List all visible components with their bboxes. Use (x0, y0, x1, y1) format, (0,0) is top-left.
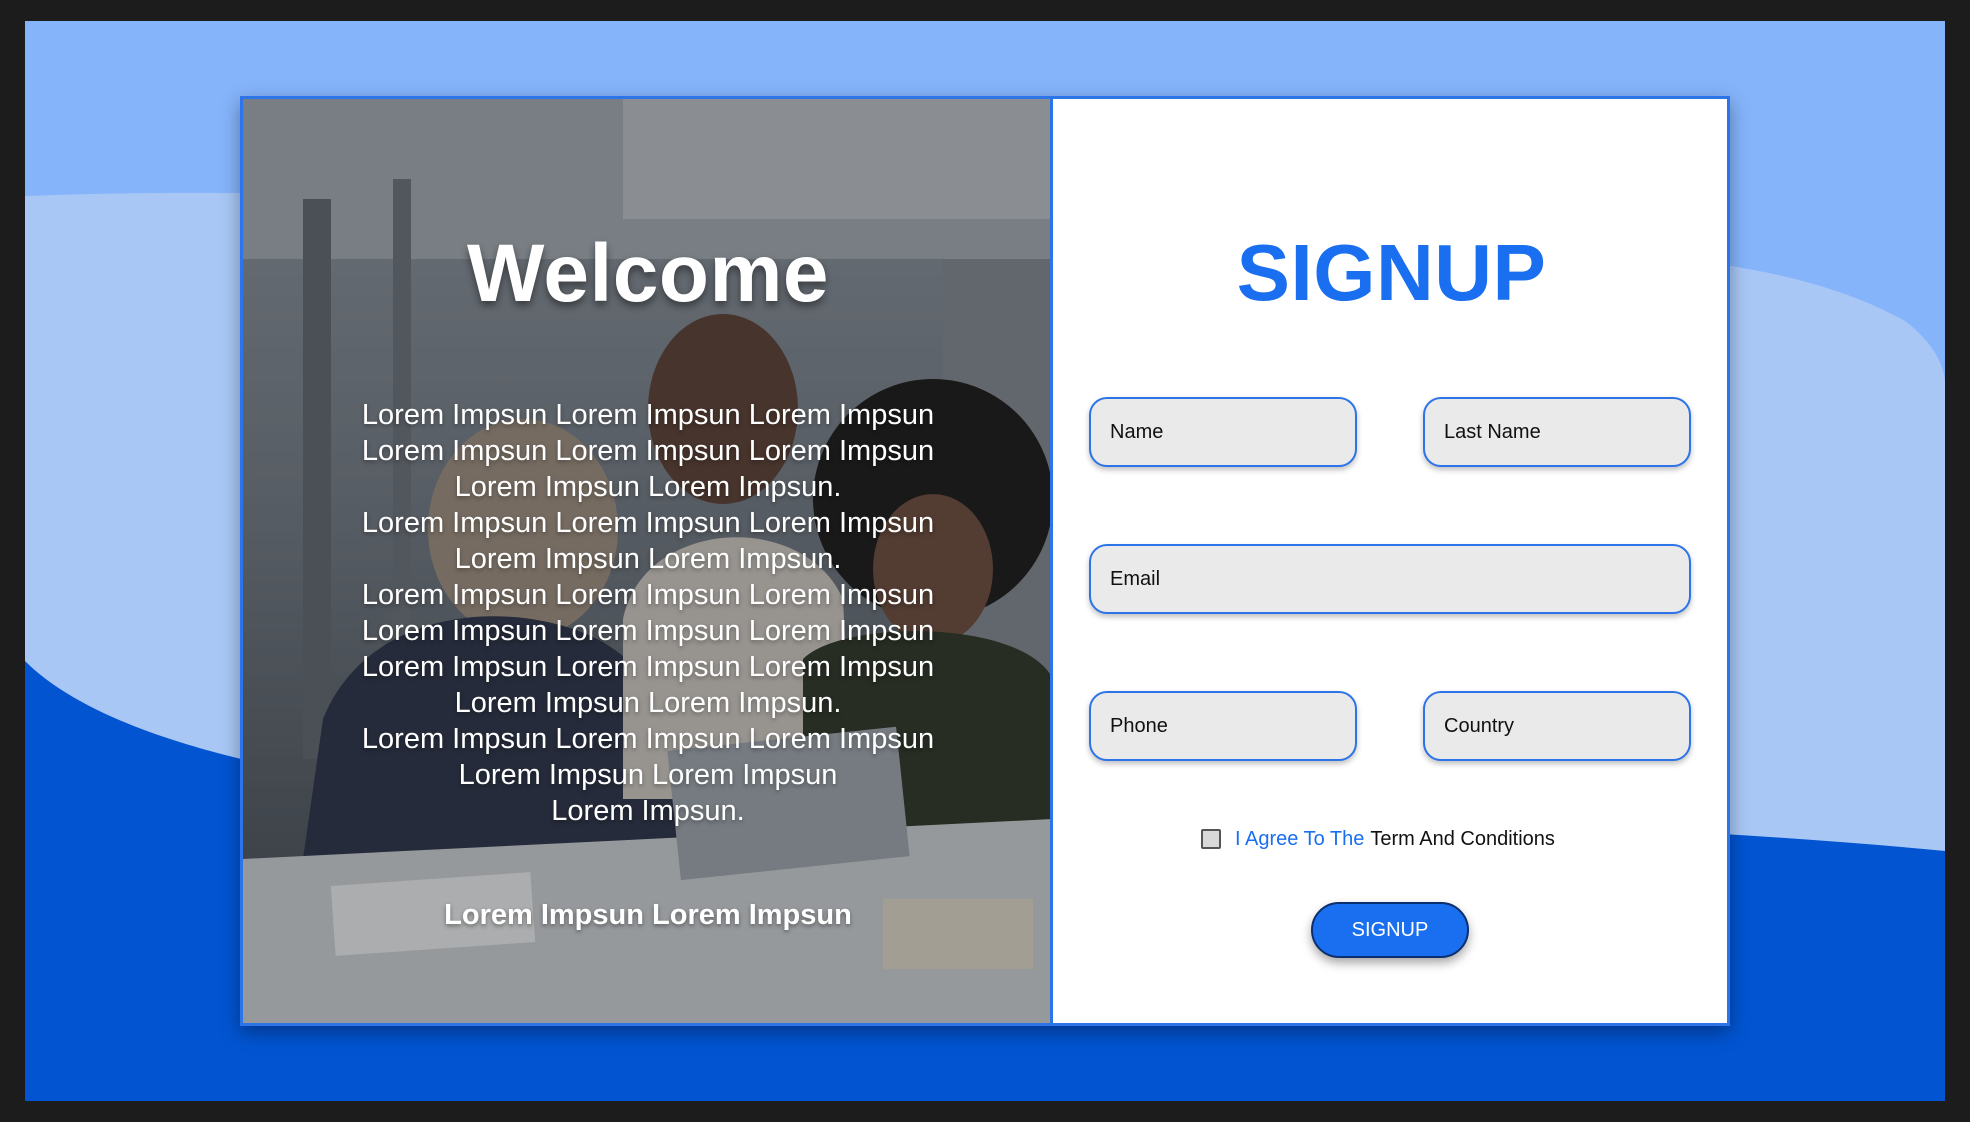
welcome-title: Welcome (466, 228, 829, 319)
email-field[interactable] (1089, 544, 1691, 614)
page-background: Welcome Lorem Impsun Lorem Impsun Lorem … (25, 21, 1945, 1101)
welcome-body-text: Lorem Impsun Lorem Impsun Lorem Impsun L… (323, 397, 973, 829)
welcome-line: Lorem Impsun Lorem Impsun Lorem Impsun (361, 507, 935, 539)
welcome-line: Lorem Impsun Lorem Impsun Lorem Impsun (361, 723, 935, 755)
welcome-panel: Welcome Lorem Impsun Lorem Impsun Lorem … (243, 99, 1053, 1023)
country-field[interactable] (1423, 691, 1691, 761)
last-name-field[interactable] (1423, 397, 1691, 467)
welcome-line: Lorem Impsun Lorem Impsun Lorem Impsun (361, 399, 935, 431)
welcome-line: Lorem Impsun Lorem Impsun Lorem Impsun (361, 651, 935, 683)
welcome-line: Lorem Impsun Lorem Impsun. (454, 687, 842, 719)
welcome-line: Lorem Impsun Lorem Impsun. (454, 543, 842, 575)
signup-panel: SIGNUP I Agree To The Term And Condition… (1056, 99, 1727, 1023)
welcome-line: Lorem Impsun Lorem Impsun Lorem Impsun (361, 579, 935, 611)
welcome-content: Welcome Lorem Impsun Lorem Impsun Lorem … (243, 99, 1050, 1023)
terms-checkbox[interactable] (1201, 829, 1221, 849)
welcome-line: Lorem Impsun Lorem Impsun (458, 759, 838, 791)
welcome-line: Lorem Impsun Lorem Impsun Lorem Impsun (361, 615, 935, 647)
signup-button[interactable]: SIGNUP (1311, 902, 1469, 958)
welcome-line: Lorem Impsun. (551, 795, 745, 827)
terms-prefix: I Agree To The (1235, 827, 1365, 850)
phone-field[interactable] (1089, 691, 1357, 761)
terms-link[interactable]: Term And Conditions (1370, 828, 1555, 851)
welcome-footer: Lorem Impsun Lorem Impsun (444, 899, 852, 931)
name-field[interactable] (1089, 397, 1357, 467)
signup-card: Welcome Lorem Impsun Lorem Impsun Lorem … (240, 96, 1730, 1026)
terms-agreement: I Agree To The Term And Conditions (1201, 824, 1555, 854)
signup-title: SIGNUP (1236, 228, 1547, 317)
welcome-line: Lorem Impsun Lorem Impsun. (454, 471, 842, 503)
welcome-line: Lorem Impsun Lorem Impsun Lorem Impsun (361, 435, 935, 467)
